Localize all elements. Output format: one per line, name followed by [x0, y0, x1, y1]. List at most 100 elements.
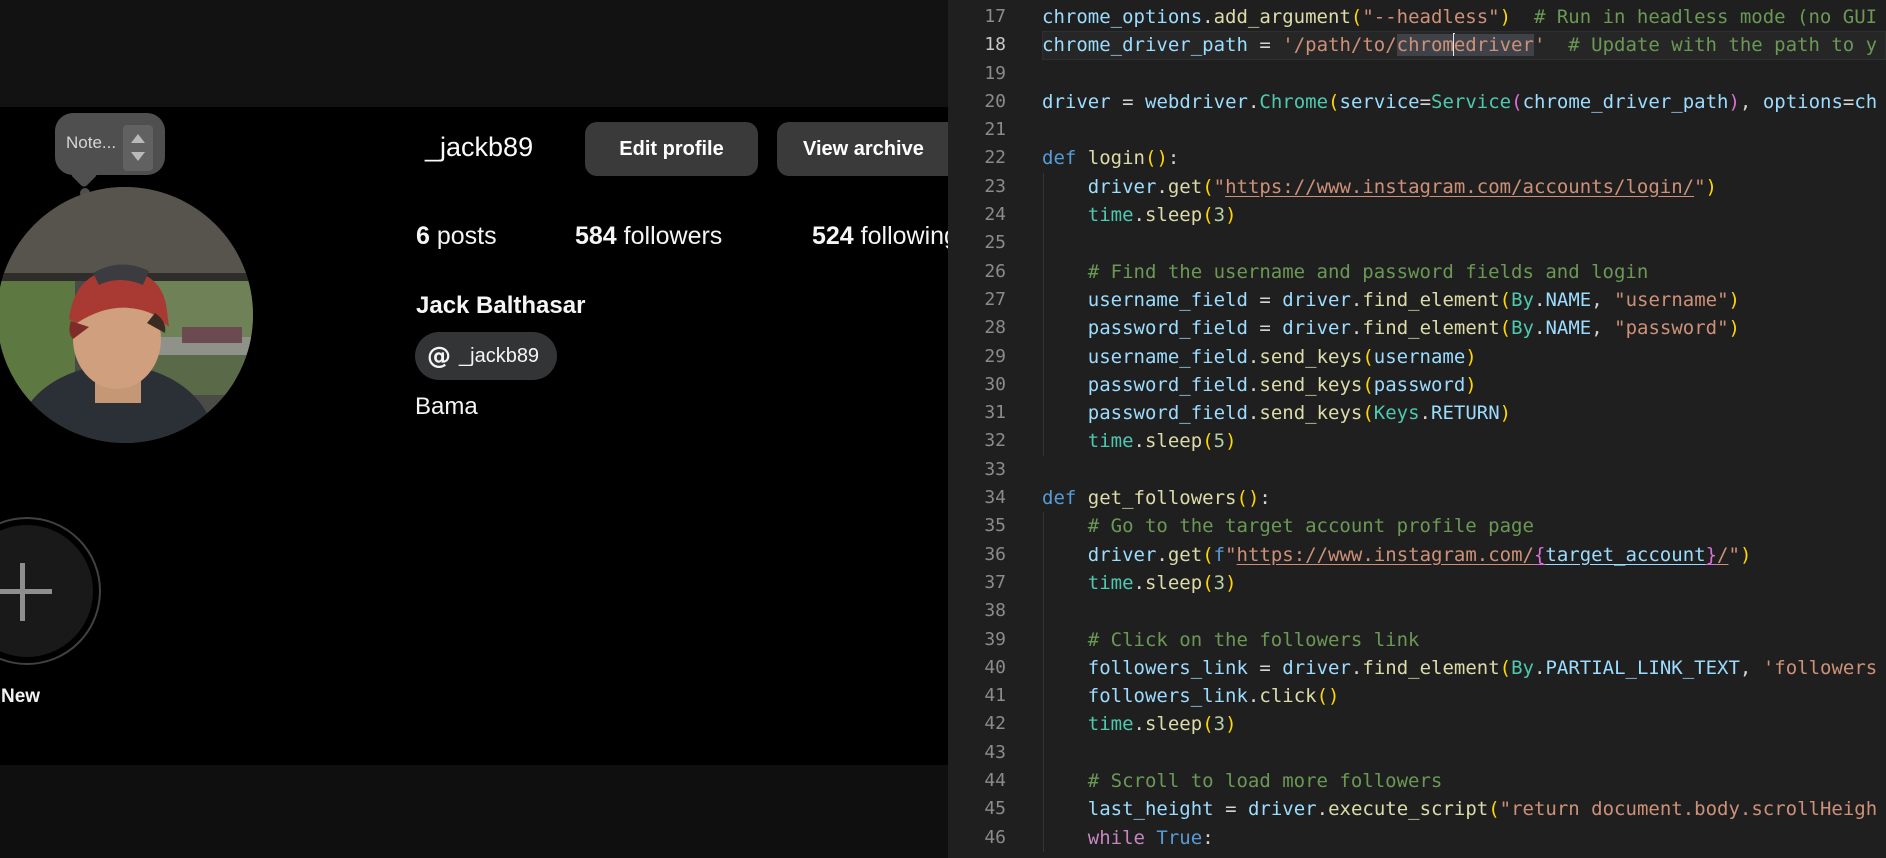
- code-line[interactable]: password_field = driver.find_element(By.…: [948, 314, 1886, 342]
- code-token: # Find the username and password fields …: [1088, 261, 1649, 283]
- code-token: time: [1088, 572, 1134, 594]
- note-bubble[interactable]: Note...: [55, 113, 165, 175]
- code-token: {: [1534, 544, 1545, 566]
- code-line[interactable]: def login():: [948, 144, 1886, 172]
- code-token: send_keys: [1259, 402, 1362, 424]
- code-line[interactable]: [948, 229, 1886, 257]
- code-line[interactable]: [948, 456, 1886, 484]
- code-token: PARTIAL_LINK_TEXT: [1545, 657, 1739, 679]
- code-line[interactable]: # Go to the target account profile page: [948, 512, 1886, 540]
- code-token: send_keys: [1259, 346, 1362, 368]
- threads-badge[interactable]: @ _jackb89: [415, 332, 557, 380]
- code-token: [1214, 798, 1225, 820]
- code-line[interactable]: username_field = driver.find_element(By.…: [948, 286, 1886, 314]
- code-line[interactable]: time.sleep(3): [948, 201, 1886, 229]
- code-token: get_followers: [1088, 487, 1237, 509]
- chevron-down-icon[interactable]: [131, 152, 145, 161]
- code-line[interactable]: [948, 116, 1886, 144]
- code-line[interactable]: followers_link.click(): [948, 682, 1886, 710]
- code-token: [1248, 289, 1259, 311]
- code-token: [1271, 289, 1282, 311]
- code-line[interactable]: followers_link = driver.find_element(By.…: [948, 654, 1886, 682]
- followers-count: 584: [575, 222, 617, 250]
- code-token: [1134, 91, 1145, 113]
- code-line[interactable]: time.sleep(3): [948, 569, 1886, 597]
- bottom-window-strip: [0, 765, 948, 858]
- code-token: sleep: [1145, 430, 1202, 452]
- new-highlight-button[interactable]: [0, 517, 101, 665]
- code-token: [1042, 770, 1088, 792]
- profile-photo[interactable]: [0, 187, 253, 443]
- posts-count: 6: [416, 222, 430, 250]
- code-line[interactable]: password_field.send_keys(password): [948, 371, 1886, 399]
- code-token: [1111, 91, 1122, 113]
- code-token: time: [1088, 430, 1134, 452]
- code-token: [1042, 657, 1088, 679]
- code-line[interactable]: driver = webdriver.Chrome(service=Servic…: [948, 88, 1886, 116]
- code-token: chrome_driver_path: [1042, 34, 1248, 56]
- following-count: 524: [812, 222, 854, 250]
- code-token: click: [1259, 685, 1316, 707]
- code-line[interactable]: driver.get("https://www.instagram.com/ac…: [948, 173, 1886, 201]
- code-token: .: [1351, 289, 1362, 311]
- code-line[interactable]: # Scroll to load more followers: [948, 767, 1886, 795]
- code-token: (: [1500, 657, 1511, 679]
- code-line[interactable]: # Find the username and password fields …: [948, 258, 1886, 286]
- code-token: find_element: [1362, 317, 1499, 339]
- code-token: RETURN: [1431, 402, 1500, 424]
- posts-label: posts: [430, 222, 497, 250]
- code-token: [1271, 657, 1282, 679]
- code-line[interactable]: username_field.send_keys(username): [948, 343, 1886, 371]
- code-token: # Update with the path to y: [1545, 34, 1877, 56]
- code-token: (: [1362, 402, 1373, 424]
- code-token: Chrome: [1259, 91, 1328, 113]
- code-token: }: [1706, 544, 1717, 566]
- code-token: chrom: [1397, 34, 1454, 56]
- code-token: [1237, 798, 1248, 820]
- code-token: (: [1145, 147, 1156, 169]
- code-token: =: [1259, 657, 1270, 679]
- code-token: ): [1500, 6, 1511, 28]
- code-token: ch: [1854, 91, 1877, 113]
- code-line[interactable]: last_height = driver.execute_script("ret…: [948, 795, 1886, 823]
- code-token: password_field: [1088, 317, 1248, 339]
- code-token: [1042, 515, 1088, 537]
- code-token: # Go to the target account profile page: [1088, 515, 1534, 537]
- code-line[interactable]: # Click on the followers link: [948, 626, 1886, 654]
- code-token: NAME: [1545, 289, 1591, 311]
- stat-following[interactable]: 524 following: [812, 222, 948, 251]
- code-token: [1603, 317, 1614, 339]
- code-token: .: [1202, 6, 1213, 28]
- code-token: (: [1202, 176, 1213, 198]
- code-token: password_field: [1088, 402, 1248, 424]
- code-token: [1751, 91, 1762, 113]
- code-line[interactable]: while True:: [948, 824, 1886, 852]
- stat-posts[interactable]: 6 posts: [416, 222, 497, 251]
- code-line[interactable]: driver.get(f"https://www.instagram.com/{…: [948, 541, 1886, 569]
- code-line[interactable]: time.sleep(3): [948, 710, 1886, 738]
- code-line[interactable]: chrome_options.add_argument("--headless"…: [948, 3, 1886, 31]
- stat-followers[interactable]: 584 followers: [575, 222, 722, 251]
- code-token: (: [1202, 572, 1213, 594]
- code-token: NAME: [1545, 317, 1591, 339]
- code-editor[interactable]: 1718192021222324252627282930313233343536…: [948, 0, 1886, 858]
- code-token: [1042, 798, 1088, 820]
- code-token: # Scroll to load more followers: [1088, 770, 1443, 792]
- code-area[interactable]: chrome_options.add_argument("--headless"…: [948, 3, 1886, 852]
- code-line[interactable]: password_field.send_keys(Keys.RETURN): [948, 399, 1886, 427]
- code-token: ): [1225, 204, 1236, 226]
- view-archive-button[interactable]: View archive: [777, 122, 948, 176]
- code-line[interactable]: time.sleep(5): [948, 427, 1886, 455]
- code-token: '/path/to/: [1282, 34, 1396, 56]
- code-token: [1603, 289, 1614, 311]
- code-token: [1271, 317, 1282, 339]
- code-line[interactable]: [948, 739, 1886, 767]
- code-token: find_element: [1362, 657, 1499, 679]
- chevron-up-icon[interactable]: [131, 134, 145, 143]
- code-line[interactable]: chrome_driver_path = '/path/to/chromedri…: [948, 31, 1886, 59]
- code-line[interactable]: [948, 60, 1886, 88]
- code-line[interactable]: [948, 597, 1886, 625]
- code-line[interactable]: def get_followers():: [948, 484, 1886, 512]
- edit-profile-button[interactable]: Edit profile: [585, 122, 758, 176]
- note-stepper[interactable]: [123, 125, 153, 171]
